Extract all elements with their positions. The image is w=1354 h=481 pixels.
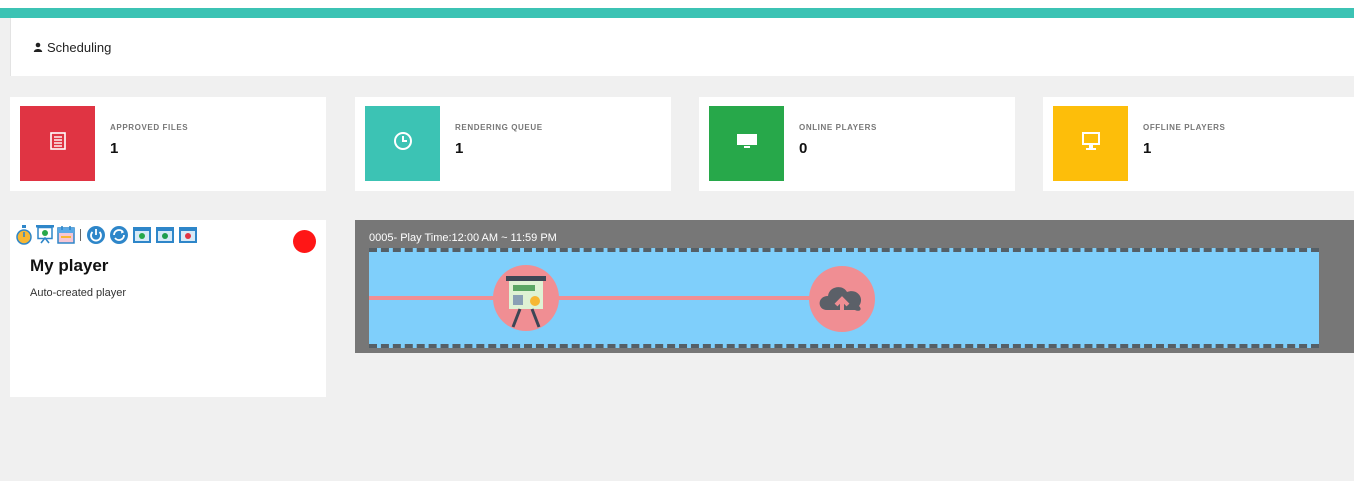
stat-card-online-players: ONLINE PLAYERS 0 xyxy=(699,97,1015,191)
power-icon[interactable] xyxy=(86,225,106,245)
refresh-icon[interactable] xyxy=(109,225,129,245)
player-description: Auto-created player xyxy=(30,287,126,299)
stat-label: APPROVED FILES xyxy=(110,123,189,132)
stat-card-offline-players: OFFLINE PLAYERS 1 xyxy=(1043,97,1354,191)
stat-card-rendering-queue: RENDERING QUEUE 1 xyxy=(355,97,671,191)
stat-label: OFFLINE PLAYERS xyxy=(1143,123,1226,132)
stat-card-approved-files: APPROVED FILES 1 xyxy=(10,97,326,191)
page-title: Scheduling xyxy=(33,40,111,55)
user-icon xyxy=(33,40,43,55)
timeline-strip xyxy=(369,248,1319,348)
stat-label: ONLINE PLAYERS xyxy=(799,123,877,132)
accent-bar xyxy=(0,8,1354,18)
monitor-off-icon xyxy=(1081,131,1101,156)
status-indicator xyxy=(293,230,316,253)
calendar-icon[interactable] xyxy=(57,225,75,245)
screen-green-alt-icon[interactable] xyxy=(155,225,175,245)
stat-value: 1 xyxy=(110,140,119,157)
stat-label: RENDERING QUEUE xyxy=(455,123,543,132)
presentation-icon[interactable] xyxy=(493,265,559,331)
timeline-title: 0005- Play Time:12:00 AM ~ 11:59 PM xyxy=(369,232,557,244)
stat-icon-box xyxy=(20,106,95,181)
stat-icon-box xyxy=(709,106,784,181)
header-panel: Scheduling xyxy=(10,18,1354,76)
screen-red-icon[interactable] xyxy=(178,225,198,245)
presentation-icon[interactable] xyxy=(36,225,54,245)
cloud-upload-icon[interactable] xyxy=(809,266,875,332)
player-card[interactable]: My player Auto-created player xyxy=(10,220,326,397)
screen-green-icon[interactable] xyxy=(132,225,152,245)
stat-icon-box xyxy=(1053,106,1128,181)
page-title-text: Scheduling xyxy=(47,40,112,55)
stat-value: 1 xyxy=(455,140,464,157)
player-action-toolbar xyxy=(15,225,198,245)
schedule-timeline: 0005- Play Time:12:00 AM ~ 11:59 PM xyxy=(355,220,1354,353)
stat-icon-box xyxy=(365,106,440,181)
top-bar xyxy=(0,0,1354,8)
stat-value: 1 xyxy=(1143,140,1152,157)
clock-icon xyxy=(393,131,413,156)
stopwatch-icon[interactable] xyxy=(15,225,33,245)
monitor-icon xyxy=(736,133,758,154)
player-name: My player xyxy=(30,256,109,275)
stat-value: 0 xyxy=(799,140,808,157)
document-icon xyxy=(49,132,66,155)
toolbar-separator xyxy=(80,229,81,241)
